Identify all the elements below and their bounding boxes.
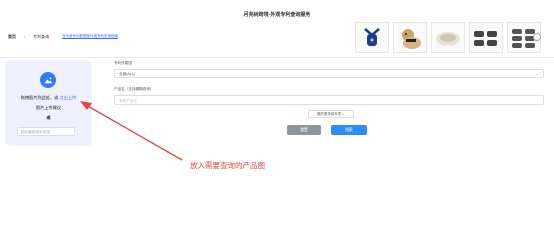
patent-guide-link[interactable]: 亚马逊专利数据库外观专利查询指南 — [62, 34, 118, 39]
product-name-label: 产品名（支持模糊查询） — [114, 87, 154, 91]
thumbnail-pet-bed[interactable] — [431, 22, 465, 53]
chevron-down-icon: ⌄ — [535, 71, 539, 76]
expand-more-fields-button[interactable]: 展开更多填写项 ⌄ — [308, 110, 354, 118]
image-upload-panel[interactable]: 拖拽图片到此处，或 点击上传 图片上传建议 或 粘贴截图/图片链接 — [5, 60, 92, 146]
annotation-text: 放入需要查询的产品图 — [190, 161, 265, 170]
header-divider — [0, 57, 554, 58]
click-upload-link[interactable]: 点击上传 — [60, 95, 77, 100]
paste-image-input[interactable]: 粘贴截图/图片链接 — [17, 127, 75, 136]
thumbnail-dog-harness[interactable] — [355, 22, 389, 53]
page-title: 月亮树跨境-外观专利查询服务 — [243, 12, 311, 18]
region-select-value: 全部(ALL) — [119, 72, 135, 76]
upload-hint-text: 拖拽图片到此处，或 — [20, 95, 59, 100]
region-select[interactable]: 全部(ALL) ⌄ — [114, 69, 544, 78]
dog-icon — [402, 28, 421, 49]
pet-bed-icon — [436, 31, 460, 46]
search-button[interactable]: 搜索 — [331, 125, 367, 135]
breadcrumb: 首页 / 专利查询 — [8, 34, 49, 40]
recent-image-strip — [355, 22, 541, 53]
reset-button[interactable]: 重置 — [287, 125, 321, 135]
sunglasses-icon — [474, 30, 497, 46]
thumbnail-sunglasses[interactable] — [469, 22, 503, 53]
upload-image-icon[interactable] — [40, 72, 56, 88]
upload-or-text: 或 — [46, 115, 51, 120]
thumbnail-dog-wearing-harness[interactable] — [393, 22, 427, 53]
breadcrumb-home[interactable]: 首页 — [8, 34, 16, 40]
region-label: 专利所属国 — [114, 61, 132, 65]
thumbnail-next-icon[interactable] — [533, 33, 541, 41]
upload-tips[interactable]: 图片上传建议 — [5, 105, 92, 111]
dog-harness-icon — [364, 27, 380, 46]
expand-more-fields-label: 展开更多填写项 — [317, 112, 341, 116]
product-name-input[interactable]: 专利产品名 — [114, 95, 544, 105]
upload-hint: 拖拽图片到此处，或 点击上传 — [5, 95, 92, 101]
breadcrumb-separator: / — [24, 34, 26, 39]
breadcrumb-current: 专利查询 — [33, 34, 50, 39]
